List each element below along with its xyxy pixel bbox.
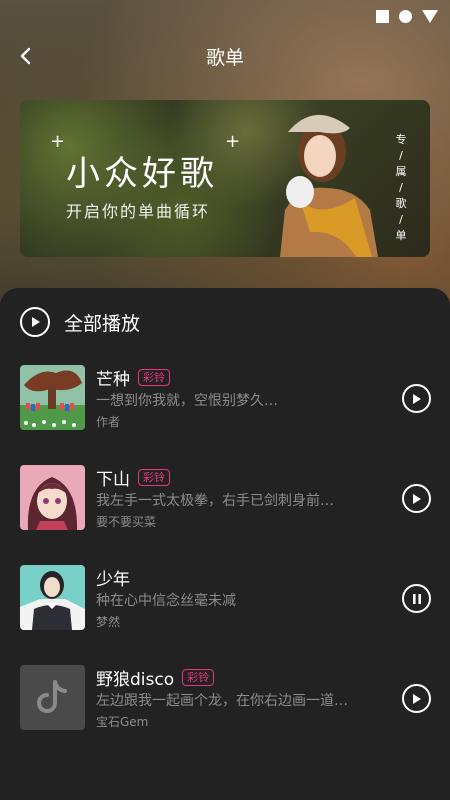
vertical-char: 歌 — [395, 197, 407, 210]
banner-subtitle: 开启你的单曲循环 — [66, 202, 211, 221]
vertical-char: / — [399, 181, 403, 194]
song-title-row: 下山 彩铃 — [96, 465, 170, 490]
play-all-button[interactable]: 全部播放 — [20, 306, 140, 338]
vertical-char: 专 — [395, 133, 407, 146]
back-button[interactable] — [12, 42, 40, 70]
girl-photo-illustration — [20, 565, 85, 630]
vertical-char: / — [399, 213, 403, 226]
song-cover — [20, 465, 85, 530]
play-button[interactable] — [402, 384, 431, 413]
banner-vertical-text: 专 / 属 / 歌 / 单 — [394, 132, 408, 244]
back-triangle-icon — [422, 9, 438, 23]
play-button[interactable] — [402, 684, 431, 713]
chevron-left-icon — [20, 47, 31, 65]
song-artist: 梦然 — [96, 615, 121, 629]
play-button[interactable] — [402, 484, 431, 513]
playlist-banner[interactable]: + + 小众好歌 开启你的单曲循环 专 / 属 / 歌 / 单 — [20, 100, 430, 257]
song-list-panel: 全部播放 芒种 彩铃 一想到你我就，空恨别梦久… 作者 下山 彩铃 我左手一式太… — [0, 288, 450, 800]
play-icon — [413, 493, 421, 504]
nav-bar: 歌单 — [0, 36, 450, 76]
song-cover — [20, 565, 85, 630]
status-bar — [376, 6, 438, 26]
pause-icon — [412, 593, 421, 604]
song-artist: 作者 — [96, 415, 121, 429]
page-title: 歌单 — [205, 46, 244, 69]
song-item[interactable]: 少年 种在心中信念丝毫未减 梦然 — [0, 565, 450, 631]
tiktok-logo-icon — [20, 665, 85, 730]
plus-decoration: + — [225, 131, 241, 152]
song-title: 少年 — [96, 570, 130, 590]
vertical-char: 单 — [395, 229, 407, 242]
song-lyric: 左边跟我一起画个龙，在你右边画一道… — [96, 693, 348, 709]
song-title: 野狼disco — [96, 670, 175, 690]
song-artist: 要不要买菜 — [96, 515, 157, 529]
ringtone-badge: 彩铃 — [182, 669, 215, 686]
song-item[interactable]: 芒种 彩铃 一想到你我就，空恨别梦久… 作者 — [0, 365, 450, 431]
song-artist: 宝石Gem — [96, 715, 149, 729]
song-title-row: 少年 — [96, 565, 130, 590]
banner-girl-illustration — [280, 114, 378, 257]
pause-button[interactable] — [402, 584, 431, 613]
song-item[interactable]: 下山 彩铃 我左手一式太极拳，右手已剑刺身前… 要不要买菜 — [0, 465, 450, 531]
song-title: 下山 — [96, 470, 130, 490]
song-title-row: 野狼disco 彩铃 — [96, 665, 215, 690]
home-circle-icon — [399, 9, 412, 23]
tree-illustration — [20, 365, 85, 430]
ringtone-badge: 彩铃 — [138, 469, 170, 486]
vertical-char: 属 — [395, 165, 407, 178]
banner-title: 小众好歌 — [66, 154, 218, 194]
play-icon — [413, 693, 421, 704]
stop-icon — [376, 9, 389, 23]
song-cover — [20, 665, 85, 730]
ringtone-badge: 彩铃 — [138, 369, 170, 386]
song-title: 芒种 — [96, 370, 130, 390]
anime-girl-illustration — [20, 465, 85, 530]
song-lyric: 一想到你我就，空恨别梦久… — [96, 393, 278, 409]
play-icon — [413, 393, 421, 404]
song-title-row: 芒种 彩铃 — [96, 365, 170, 390]
song-lyric: 种在心中信念丝毫未减 — [96, 593, 236, 609]
song-cover — [20, 365, 85, 430]
plus-decoration: + — [50, 131, 66, 152]
song-item[interactable]: 野狼disco 彩铃 左边跟我一起画个龙，在你右边画一道… 宝石Gem — [0, 665, 450, 731]
play-circle-icon — [20, 307, 50, 337]
play-all-label: 全部播放 — [64, 312, 141, 335]
song-lyric: 我左手一式太极拳，右手已剑刺身前… — [96, 493, 334, 509]
vertical-char: / — [399, 149, 403, 162]
